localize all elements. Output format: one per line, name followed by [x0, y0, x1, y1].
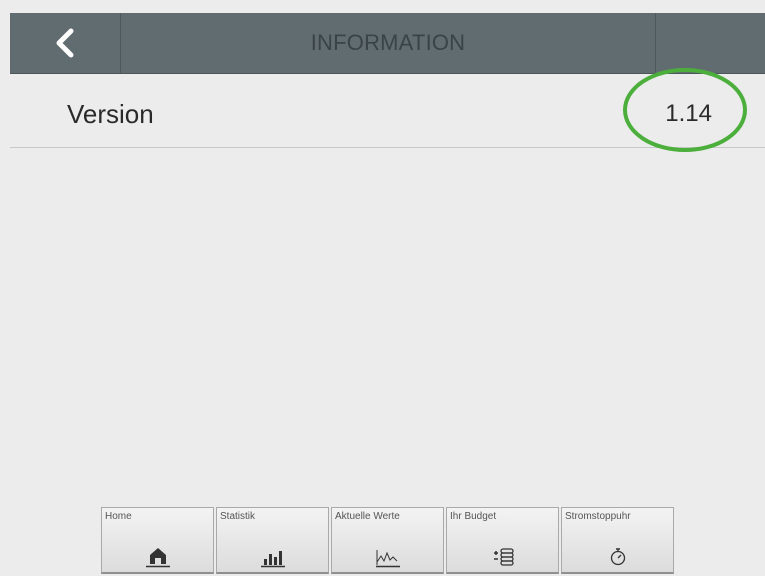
version-value: 1.14: [665, 100, 712, 127]
nav-button-statistik[interactable]: Statistik: [216, 507, 329, 574]
nav-button-aktuelle-werte[interactable]: Aktuelle Werte: [331, 507, 444, 574]
bottom-nav: Home Statistik Aktuelle Werte Ihr Budget…: [101, 507, 674, 575]
chevron-left-icon: [56, 28, 74, 58]
header-divider-right: [655, 13, 656, 73]
house-icon: [145, 548, 170, 568]
stopwatch-icon: [610, 548, 625, 566]
app-screen: INFORMATION Version 1.14 Home Statistik …: [0, 0, 765, 576]
nav-label-home: Home: [105, 511, 132, 522]
bar-chart-icon: [260, 551, 285, 568]
nav-label-statistik: Statistik: [220, 511, 256, 522]
nav-button-stromstoppuhr[interactable]: Stromstoppuhr: [561, 507, 674, 574]
line-chart-icon: [375, 550, 400, 568]
nav-button-ihr-budget[interactable]: Ihr Budget: [446, 507, 559, 574]
page-title: INFORMATION: [310, 30, 466, 55]
nav-label-ihr-budget: Ihr Budget: [450, 511, 497, 522]
nav-button-home[interactable]: Home: [101, 507, 214, 574]
nav-label-stromstoppuhr: Stromstoppuhr: [565, 511, 631, 522]
nav-label-aktuelle-werte: Aktuelle Werte: [335, 511, 400, 522]
back-button[interactable]: [10, 13, 120, 73]
version-label: Version: [67, 99, 154, 129]
version-row: Version 1.14: [10, 68, 765, 152]
title-bar: INFORMATION: [10, 13, 765, 74]
information-content: Version 1.14 Home Statistik Aktuelle Wer…: [10, 68, 765, 576]
coin-stack-icon: [493, 548, 514, 566]
